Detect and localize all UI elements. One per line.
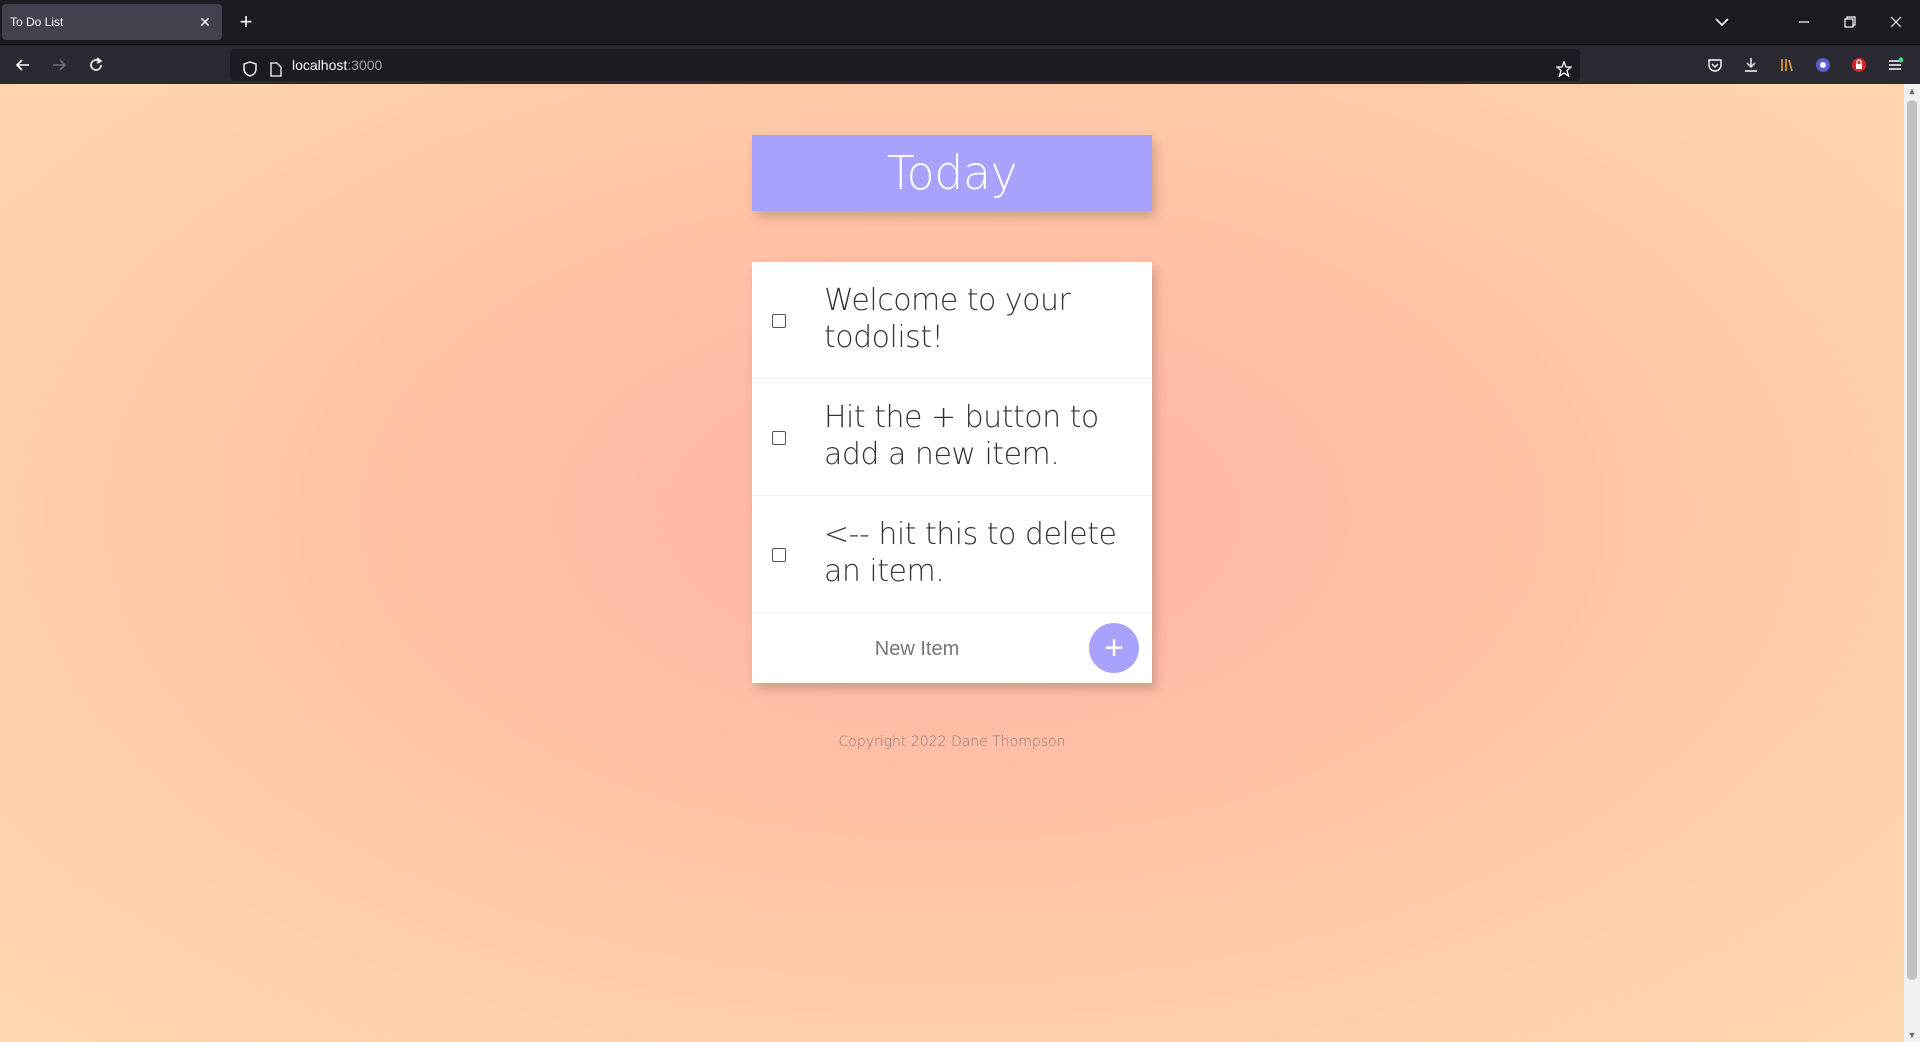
add-item-button[interactable]: + [1089, 623, 1139, 673]
page-title: Today [886, 146, 1018, 200]
restore-icon[interactable] [1836, 8, 1864, 36]
page-icon [264, 57, 288, 81]
extension-red-lock-icon[interactable] [1847, 53, 1871, 77]
todo-list: Welcome to your todolist! Hit the + butt… [752, 262, 1152, 683]
downloads-icon[interactable] [1739, 53, 1763, 77]
scrollbar[interactable]: ▲ ▼ [1904, 84, 1920, 1042]
minimize-icon[interactable] [1790, 8, 1818, 36]
close-tab-icon[interactable]: ✕ [196, 14, 214, 31]
reload-icon[interactable] [82, 51, 110, 79]
tab-title: To Do List [10, 15, 64, 29]
delete-checkbox[interactable] [772, 548, 786, 562]
extension-blue-icon[interactable] [1811, 53, 1835, 77]
item-text: <-- hit this to delete an item. [824, 517, 1117, 589]
bookmark-star-icon[interactable] [1552, 57, 1576, 81]
url-bar[interactable]: localhost:3000 [230, 49, 1580, 81]
list-item: Hit the + button to add a new item. [752, 379, 1152, 496]
new-tab-icon[interactable]: + [234, 10, 258, 34]
url-host: localhost [292, 57, 348, 73]
forward-icon[interactable] [45, 51, 73, 79]
pocket-icon[interactable] [1703, 53, 1727, 77]
footer-copyright: Copyright 2022 Dane Thompson [838, 734, 1066, 750]
item-text: Hit the + button to add a new item. [824, 400, 1099, 472]
delete-checkbox[interactable] [772, 314, 786, 328]
heading-box: Today [752, 135, 1152, 211]
tab-bar: To Do List ✕ + [0, 0, 1920, 44]
tab-todo-list[interactable]: To Do List ✕ [2, 4, 222, 40]
delete-checkbox[interactable] [772, 431, 786, 445]
back-icon[interactable] [9, 51, 37, 79]
url-port: :3000 [347, 57, 383, 73]
menu-icon[interactable] [1883, 53, 1907, 77]
list-item: <-- hit this to delete an item. [752, 496, 1152, 613]
shield-icon[interactable] [238, 57, 262, 81]
list-all-tabs-icon[interactable] [1708, 8, 1736, 36]
new-item-input[interactable] [792, 627, 1042, 671]
navigation-toolbar: localhost:3000 [0, 44, 1920, 84]
item-text: Welcome to your todolist! [824, 283, 1071, 355]
scroll-up-icon[interactable]: ▲ [1904, 84, 1920, 98]
scroll-thumb[interactable] [1907, 100, 1917, 980]
library-icon[interactable] [1775, 53, 1799, 77]
new-item-form: + [752, 613, 1152, 683]
list-item: Welcome to your todolist! [752, 262, 1152, 379]
close-window-icon[interactable] [1882, 8, 1910, 36]
page-viewport: Today Welcome to your todolist! Hit the … [0, 84, 1904, 1042]
url-text: localhost:3000 [292, 57, 382, 73]
scroll-down-icon[interactable]: ▼ [1904, 1028, 1920, 1042]
